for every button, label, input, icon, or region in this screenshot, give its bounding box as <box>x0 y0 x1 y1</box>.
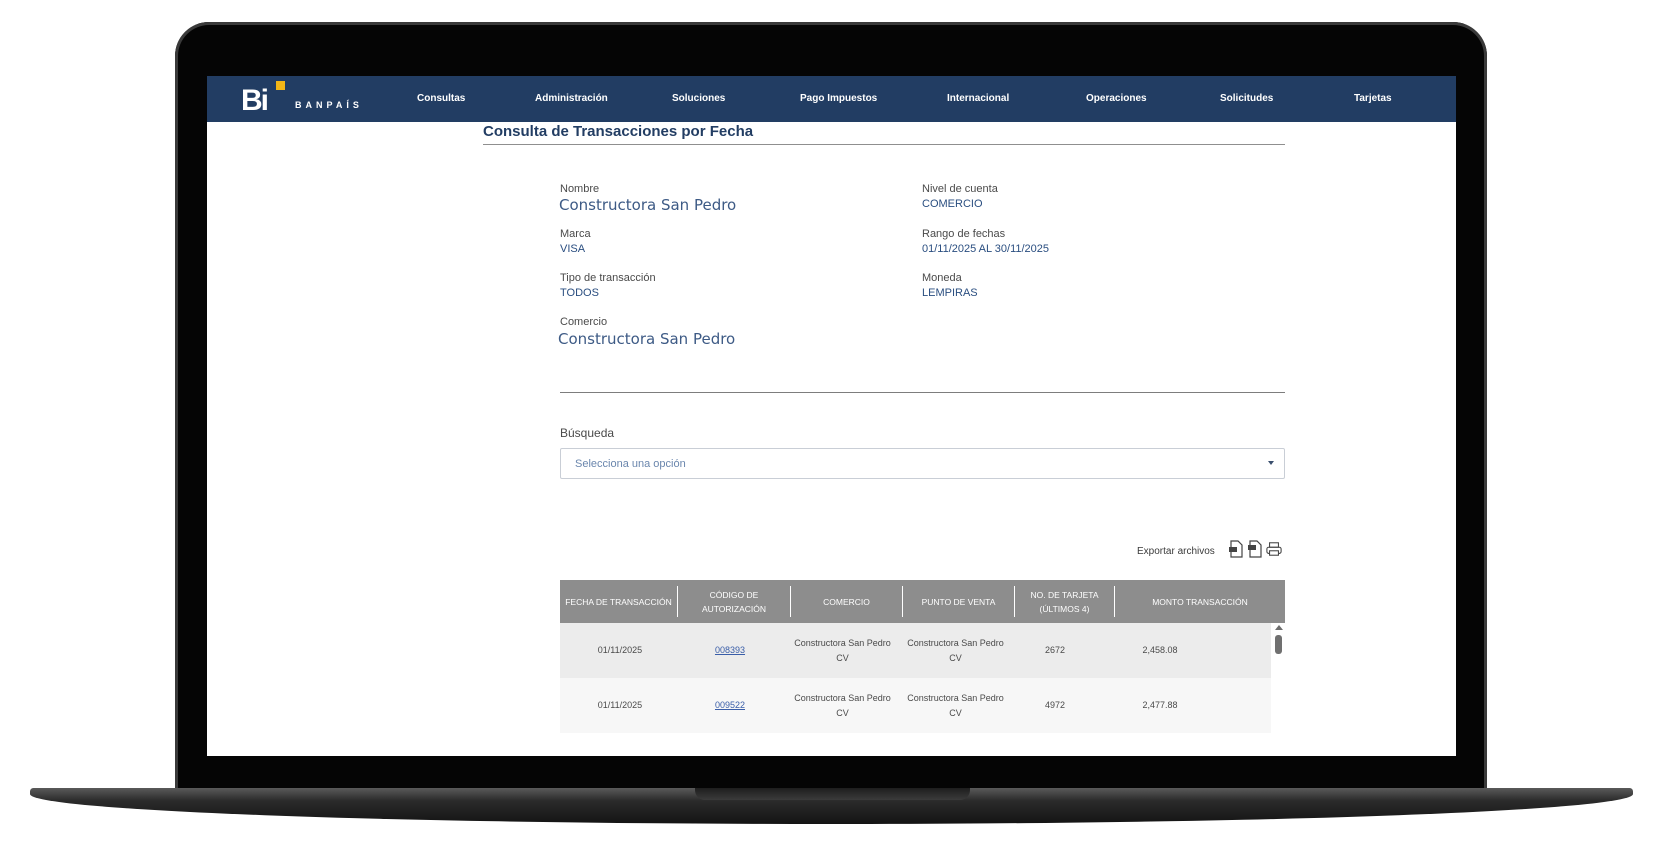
cell-comercio-line2: CV <box>836 652 849 663</box>
banpais-logo[interactable]: Bi BANPAÍS <box>241 81 363 117</box>
th-fecha[interactable]: FECHA DE TRANSACCIÓN <box>560 580 677 623</box>
tipo-transaccion-label: Tipo de transacción <box>560 272 656 284</box>
nivel-cuenta-value: COMERCIO <box>922 198 983 210</box>
app-screen: Bi BANPAÍS Consultas Administración Solu… <box>207 76 1456 756</box>
busqueda-select[interactable]: Selecciona una opción <box>560 448 1285 479</box>
chevron-down-icon <box>1268 461 1274 465</box>
rango-fechas-value: 01/11/2025 AL 30/11/2025 <box>922 243 1050 255</box>
section-divider <box>560 392 1285 393</box>
print-icon[interactable] <box>1266 540 1282 558</box>
logo-mark-text: Bi <box>241 84 269 117</box>
nav-menu: Consultas Administración Soluciones Pago… <box>407 76 1456 122</box>
nav-item-operaciones[interactable]: Operaciones <box>1086 93 1147 104</box>
cell-comercio: Constructora San Pedro CV <box>785 623 900 678</box>
rango-fechas-label: Rango de fechas <box>922 228 1006 240</box>
logo-mark: Bi <box>241 81 285 117</box>
top-navbar: Bi BANPAÍS Consultas Administración Solu… <box>207 76 1456 122</box>
comercio-value: Constructora San Pedro <box>558 330 736 348</box>
cell-punto-venta: Constructora San Pedro CV <box>898 623 1013 678</box>
cell-comercio-line2: CV <box>836 707 849 718</box>
pdf-file-icon[interactable] <box>1228 540 1244 558</box>
cell-comercio-line1: Constructora San Pedro <box>794 692 891 703</box>
th-tarjeta[interactable]: NO. DE TARJETA (ÚLTIMOS 4) <box>1015 580 1114 623</box>
table-scrollbar[interactable] <box>1272 623 1285 736</box>
nav-item-tarjetas[interactable]: Tarjetas <box>1354 93 1392 104</box>
nav-item-consultas[interactable]: Consultas <box>417 93 465 104</box>
cell-tarjeta: 2672 <box>1044 645 1066 655</box>
scrollbar-thumb[interactable] <box>1275 635 1282 654</box>
cell-punto-venta: Constructora San Pedro CV <box>898 678 1013 733</box>
transactions-table: FECHA DE TRANSACCIÓN CÓDIGO DE AUTORIZAC… <box>560 580 1285 736</box>
table-row: 01/11/2025 009522 Constructora San Pedro… <box>560 678 1271 733</box>
th-comercio[interactable]: COMERCIO <box>791 580 902 623</box>
moneda-value: LEMPIRAS <box>922 287 978 299</box>
exportar-label: Exportar archivos <box>1137 546 1215 557</box>
nav-item-administracion[interactable]: Administración <box>535 93 608 104</box>
cell-fecha: 01/11/2025 <box>597 700 643 710</box>
th-codigo[interactable]: CÓDIGO DE AUTORIZACIÓN <box>678 580 790 623</box>
cell-monto: 2,458.08 <box>1142 645 1178 655</box>
th-monto[interactable]: MONTO TRANSACCIÓN <box>1115 580 1285 623</box>
logo-text: BANPAÍS <box>295 100 363 110</box>
moneda-label: Moneda <box>922 272 962 284</box>
nav-item-solicitudes[interactable]: Solicitudes <box>1220 93 1273 104</box>
marca-label: Marca <box>560 228 591 240</box>
cell-fecha: 01/11/2025 <box>597 645 643 655</box>
nombre-value: Constructora San Pedro <box>559 196 737 214</box>
marca-value: VISA <box>560 243 586 255</box>
busqueda-placeholder: Selecciona una opción <box>575 458 686 470</box>
table-row: 01/11/2025 008393 Constructora San Pedro… <box>560 623 1271 678</box>
title-divider <box>483 144 1285 145</box>
nav-item-soluciones[interactable]: Soluciones <box>672 93 725 104</box>
busqueda-label: Búsqueda <box>560 426 615 440</box>
nav-item-pago-impuestos[interactable]: Pago Impuestos <box>800 93 877 104</box>
table-header: FECHA DE TRANSACCIÓN CÓDIGO DE AUTORIZAC… <box>560 580 1285 623</box>
scroll-up-arrow-icon[interactable] <box>1275 625 1283 630</box>
nav-item-internacional[interactable]: Internacional <box>947 93 1009 104</box>
cell-codigo-link[interactable]: 008393 <box>680 623 780 678</box>
page-title: Consulta de Transacciones por Fecha <box>483 123 754 140</box>
th-punto-venta[interactable]: PUNTO DE VENTA <box>903 580 1014 623</box>
cell-comercio: Constructora San Pedro CV <box>785 678 900 733</box>
cell-monto: 2,477.88 <box>1142 700 1178 710</box>
th-tarjeta-line2: (ÚLTIMOS 4) <box>1039 603 1090 614</box>
logo-accent-square <box>276 81 285 90</box>
cell-punto-line1: Constructora San Pedro <box>907 637 1004 648</box>
laptop-hinge-notch <box>695 788 970 800</box>
excel-file-icon[interactable] <box>1247 540 1263 558</box>
cell-comercio-line1: Constructora San Pedro <box>794 637 891 648</box>
cell-tarjeta: 4972 <box>1044 700 1066 710</box>
tipo-transaccion-value: TODOS <box>560 287 599 299</box>
comercio-label: Comercio <box>560 316 608 328</box>
cell-punto-line1: Constructora San Pedro <box>907 692 1004 703</box>
cell-codigo-link[interactable]: 009522 <box>680 678 780 733</box>
cell-punto-line2: CV <box>949 652 962 663</box>
cell-punto-line2: CV <box>949 707 962 718</box>
th-tarjeta-line1: NO. DE TARJETA <box>1030 589 1099 600</box>
nombre-label: Nombre <box>560 183 600 195</box>
nivel-cuenta-label: Nivel de cuenta <box>922 183 998 195</box>
